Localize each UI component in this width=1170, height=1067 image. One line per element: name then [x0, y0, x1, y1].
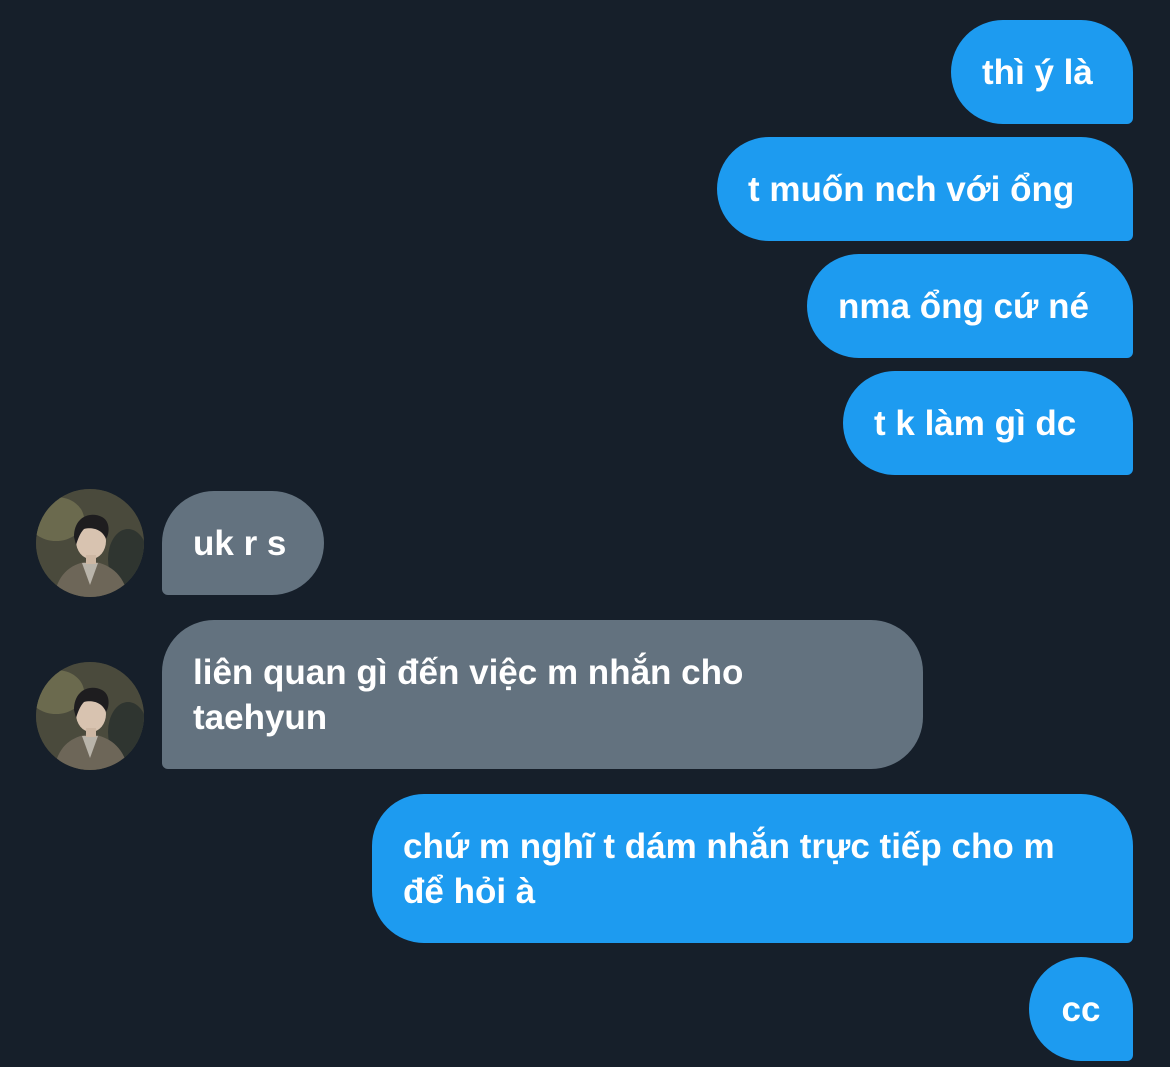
contact-avatar-icon	[36, 662, 144, 770]
message-text: nma ổng cứ né	[838, 286, 1089, 326]
message-bubble-outgoing[interactable]: t k làm gì dc	[843, 371, 1133, 475]
contact-avatar[interactable]	[36, 489, 144, 597]
message-bubble-outgoing[interactable]: t muốn nch với ổng	[717, 137, 1133, 241]
contact-avatar-icon	[36, 489, 144, 597]
contact-avatar[interactable]	[36, 662, 144, 770]
message-text: thì ý là	[982, 52, 1093, 92]
message-text: t muốn nch với ổng	[748, 169, 1075, 209]
message-bubble-incoming[interactable]: liên quan gì đến việc m nhắn cho taehyun	[162, 620, 923, 769]
message-text: cc	[1061, 989, 1101, 1029]
message-text: liên quan gì đến việc m nhắn cho taehyun	[193, 652, 744, 737]
message-bubble-outgoing[interactable]: thì ý là	[951, 20, 1133, 124]
message-bubble-outgoing[interactable]: cc	[1029, 957, 1133, 1061]
message-bubble-incoming[interactable]: uk r s	[162, 491, 324, 595]
message-bubble-outgoing[interactable]: nma ổng cứ né	[807, 254, 1133, 358]
message-text: chứ m nghĩ t dám nhắn trực tiếp cho m để…	[403, 826, 1055, 911]
message-thread: thì ý là t muốn nch với ổng nma ổng cứ n…	[0, 0, 1170, 1067]
message-text: t k làm gì dc	[874, 403, 1077, 443]
message-text: uk r s	[193, 523, 287, 563]
message-bubble-outgoing[interactable]: chứ m nghĩ t dám nhắn trực tiếp cho m để…	[372, 794, 1133, 943]
